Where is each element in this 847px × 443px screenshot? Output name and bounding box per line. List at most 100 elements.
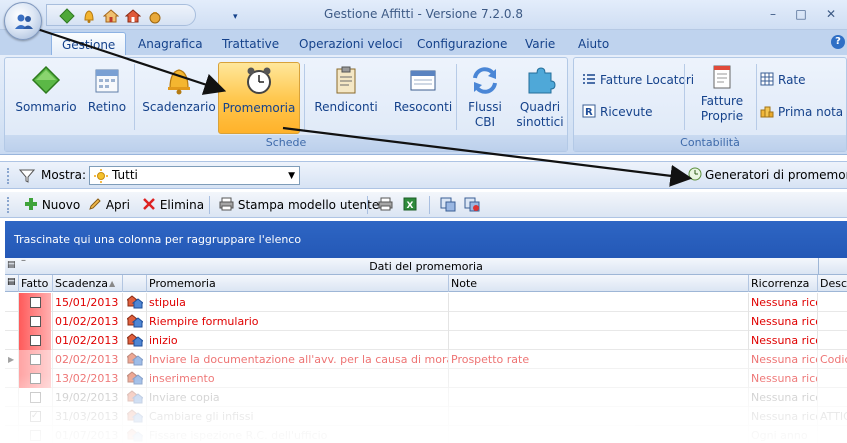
tab-trattative[interactable]: Trattative: [222, 37, 279, 51]
cell-divider: [748, 407, 749, 426]
column-chooser-icon[interactable]: ▤: [7, 277, 16, 287]
prima-nota-button[interactable]: Prima nota: [760, 102, 843, 122]
promemoria-label: Promemoria: [222, 101, 296, 115]
resoconti-button[interactable]: Resoconti: [385, 62, 461, 134]
delete-x-icon: [143, 198, 155, 210]
fatto-checkbox[interactable]: [30, 335, 41, 346]
plus-icon: [25, 198, 37, 210]
maximize-button[interactable]: □: [791, 5, 811, 23]
cell-divider: [18, 293, 19, 312]
scadenza-cell: 31/03/2013: [55, 410, 119, 423]
filter-bar: Mostra: Tutti ▼ Generatori di promemoria: [0, 161, 847, 189]
apri-button[interactable]: Apri: [88, 197, 130, 212]
tab-configurazione[interactable]: Configurazione: [417, 37, 507, 51]
cell-divider: [146, 388, 147, 407]
scadenzario-button[interactable]: Scadenzario: [142, 62, 216, 134]
fatture-proprie-button[interactable]: Fatture Proprie: [690, 62, 754, 134]
table-row[interactable]: 01/02/2013 Riempire formulario Nessuna ric…: [5, 312, 847, 331]
tab-varie[interactable]: Varie: [525, 37, 555, 51]
toolbar-grip: [7, 197, 10, 213]
stampa-modello-button[interactable]: Stampa modello utente: [219, 197, 379, 212]
rate-button[interactable]: Rate: [760, 70, 806, 90]
tab-anagrafica[interactable]: Anagrafica: [138, 37, 203, 51]
minimize-button[interactable]: –: [763, 5, 783, 23]
cell-divider: [18, 369, 19, 388]
elimina-button[interactable]: Elimina: [142, 197, 204, 212]
cell-divider: [18, 312, 19, 331]
promemoria-cell: stipula: [149, 296, 186, 309]
nuovo-label: Nuovo: [41, 198, 81, 212]
tab-operazioni-veloci[interactable]: Operazioni veloci: [299, 37, 403, 51]
table-row[interactable]: ▶ 02/02/2013 Inviare la documentazione all…: [5, 350, 847, 369]
cell-divider: [748, 312, 749, 331]
column-header-fatto[interactable]: Fatto: [21, 277, 52, 290]
calendar-icon: [95, 69, 119, 93]
application-menu-button[interactable]: [4, 2, 42, 40]
note-cell: Prospetto rate: [451, 353, 530, 366]
column-header-note[interactable]: Note: [451, 277, 748, 290]
table-row[interactable]: 15/01/2013 stipula Nessuna ricor: [5, 293, 847, 312]
quadri-sinottici-label: Quadri sinottici: [516, 100, 564, 129]
close-button[interactable]: ✕: [821, 5, 841, 23]
pencil-icon: [89, 198, 101, 210]
nuovo-button[interactable]: Nuovo: [24, 197, 80, 212]
grid-icon: [760, 72, 774, 86]
ricorrenza-cell: Nessuna ricor: [751, 391, 817, 404]
group-by-hint: Trascinate qui una colonna per raggruppa…: [14, 233, 302, 246]
help-icon[interactable]: ?: [831, 35, 845, 49]
column-divider: [146, 275, 147, 292]
tab-gestione[interactable]: Gestione: [51, 32, 127, 56]
fatto-checkbox[interactable]: [30, 373, 41, 384]
quadri-sinottici-button[interactable]: Quadri sinottici: [512, 62, 568, 134]
cell-divider: [748, 293, 749, 312]
ricorrenza-cell: Nessuna ricor: [751, 372, 817, 385]
group-schede: Sommario Retino Scadenzario Promemoria R…: [4, 57, 568, 152]
apri-label: Apri: [105, 198, 130, 212]
puzzle-icon: [528, 67, 556, 94]
cell-divider: [52, 331, 53, 350]
fatto-checkbox[interactable]: [30, 354, 41, 365]
column-header-promemoria[interactable]: Promemoria: [149, 277, 448, 290]
column-divider: [748, 275, 749, 292]
rendiconti-button[interactable]: Rendiconti: [309, 62, 383, 134]
flussi-cbi-button[interactable]: Flussi CBI: [460, 62, 510, 134]
cell-divider: [448, 426, 449, 443]
table-row[interactable]: ✓ 31/03/2013 Cambiare gli infissi Nessuna r…: [5, 407, 847, 426]
table-row[interactable]: 01/02/2013 inizio Nessuna ricor: [5, 331, 847, 350]
group-by-panel[interactable]: Trascinate qui una colonna per raggruppa…: [5, 221, 847, 258]
table-row[interactable]: 01/07/2013 Fissare ispezione R.C. dell'uf…: [5, 426, 847, 443]
window-title: Gestione Affitti - Versione 7.2.0.8: [324, 7, 523, 21]
columns-chooser-button[interactable]: [440, 197, 456, 215]
fatto-checkbox[interactable]: [30, 430, 41, 441]
ricorrenza-cell: Nessuna ricor: [751, 353, 817, 366]
promemoria-button[interactable]: Promemoria: [218, 62, 300, 134]
fatto-checkbox[interactable]: [30, 392, 41, 403]
tab-aiuto[interactable]: Aiuto: [578, 37, 609, 51]
print-button[interactable]: [378, 197, 393, 214]
cell-divider: [52, 407, 53, 426]
retino-button[interactable]: Retino: [83, 62, 131, 134]
retino-label: Retino: [87, 100, 127, 114]
excel-export-button[interactable]: X: [403, 197, 417, 214]
cell-divider: [122, 407, 123, 426]
fatto-checkbox[interactable]: [30, 297, 41, 308]
filter-combo-value: Tutti: [112, 168, 138, 182]
table-row[interactable]: 19/02/2013 Inviare copia Nessuna ricor: [5, 388, 847, 407]
fatture-locatori-button[interactable]: Fatture Locatori: [582, 70, 694, 90]
filter-label: Mostra:: [41, 168, 86, 182]
filter-combo[interactable]: Tutti ▼: [89, 166, 300, 185]
resoconti-label: Resoconti: [393, 100, 453, 114]
generatori-promemoria-button[interactable]: Generatori di promemoria: [688, 167, 847, 182]
columns-reset-button[interactable]: [464, 197, 480, 215]
separator: [429, 196, 430, 214]
chevron-down-icon[interactable]: ▼: [288, 171, 295, 181]
ricevute-button[interactable]: R Ricevute: [582, 102, 652, 122]
fatto-checkbox[interactable]: [30, 316, 41, 327]
table-row[interactable]: 13/02/2013 inserimento Nessuna ricor: [5, 369, 847, 388]
sommario-button[interactable]: Sommario: [11, 62, 81, 134]
column-header-ricorrenza[interactable]: Ricorrenza: [751, 277, 817, 290]
cell-divider: [18, 407, 19, 426]
cell-divider: [18, 426, 19, 443]
fatto-checkbox[interactable]: ✓: [30, 411, 41, 422]
column-header-descr[interactable]: Descr: [820, 277, 847, 290]
